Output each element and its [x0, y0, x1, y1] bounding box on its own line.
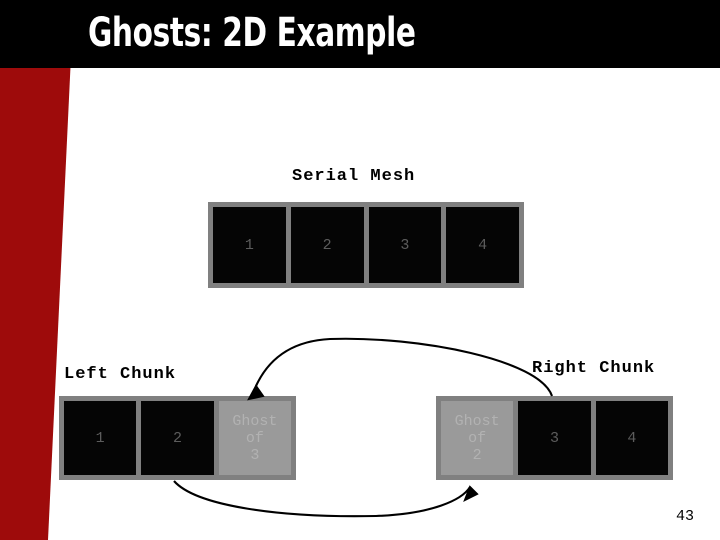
page-number: 43: [675, 508, 694, 525]
cell-text: 1: [95, 429, 105, 447]
left-chunk-frame: 1 2 Ghost of 3: [59, 396, 296, 480]
arrow-right3-to-left-ghost3-path: [255, 337, 553, 397]
page-title: Ghosts: 2D Example: [88, 10, 416, 56]
serial-mesh-cell-2: 2: [290, 207, 364, 283]
right-chunk-label: Right Chunk: [532, 359, 656, 378]
cell-text: 4: [478, 236, 488, 254]
cell-text: 3: [549, 429, 559, 447]
arrow-left2-to-right-ghost2-head: [463, 485, 479, 503]
serial-mesh-cell-3: 3: [368, 207, 442, 283]
serial-mesh-frame: 1 2 3 4: [208, 202, 524, 288]
slide-canvas: Ghosts: 2D Example Serial Mesh 1 2 3 4 L…: [0, 0, 720, 540]
serial-mesh-cell-4: 4: [446, 207, 519, 283]
cell-text-line-2: of: [245, 429, 264, 447]
serial-mesh-label: Serial Mesh: [292, 167, 416, 186]
cell-text-line-1: Ghost: [454, 412, 500, 430]
right-chunk-ghost-cell: Ghost of 2: [441, 401, 514, 475]
cell-text-line-3: 3: [250, 446, 260, 464]
left-chunk-cell-2: 2: [141, 401, 214, 475]
left-chunk-ghost-cell: Ghost of 3: [218, 401, 291, 475]
arrow-left2-to-right-ghost2-path: [173, 480, 471, 518]
right-chunk-cell-4: 4: [595, 401, 668, 475]
left-chunk-label: Left Chunk: [64, 365, 177, 384]
cell-text: 1: [244, 236, 254, 254]
right-chunk-cell-3: 3: [518, 401, 591, 475]
serial-mesh-cell-1: 1: [213, 207, 286, 283]
cell-text: 3: [400, 236, 410, 254]
cell-text: 2: [322, 236, 332, 254]
cell-text-line-2: of: [468, 429, 487, 447]
cell-text-line-3: 2: [472, 446, 482, 464]
cell-text-line-1: Ghost: [232, 412, 278, 430]
cell-text: 2: [172, 429, 182, 447]
cell-text: 4: [627, 429, 637, 447]
left-chunk-cell-1: 1: [64, 401, 137, 475]
right-chunk-frame: Ghost of 2 3 4: [436, 396, 673, 480]
